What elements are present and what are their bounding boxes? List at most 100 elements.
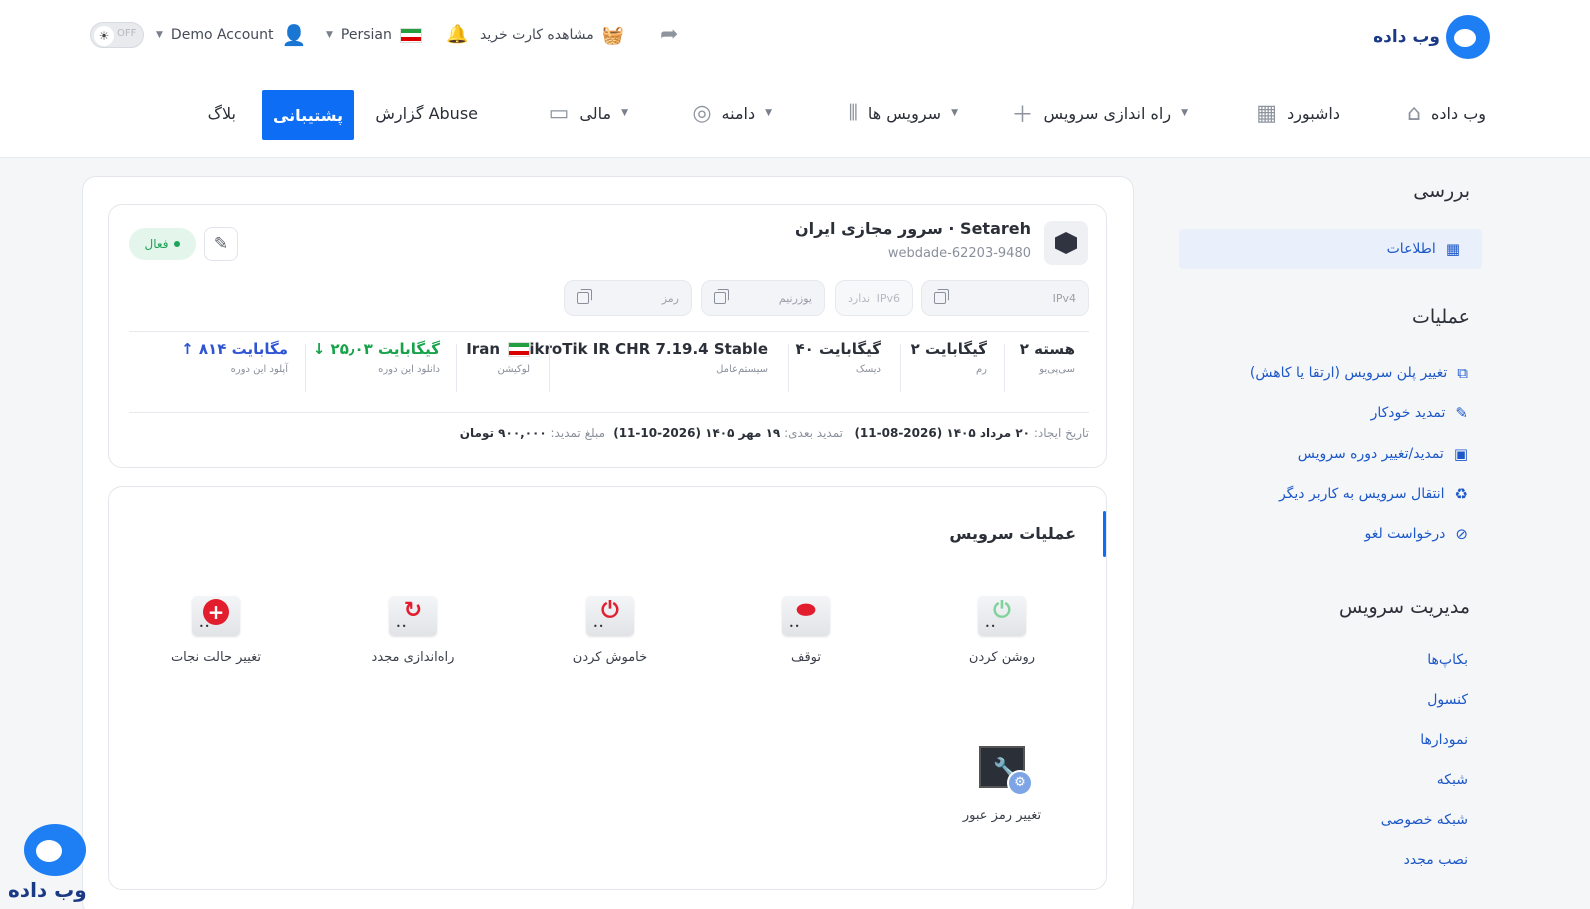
edit-button[interactable]: ✎ bbox=[204, 227, 238, 261]
calendar-plus-icon: ▣ bbox=[1453, 445, 1468, 463]
sidebar-op-renew-period[interactable]: تمدید/تغییر دوره سرویس ▣ bbox=[1298, 445, 1468, 463]
spec-cpu: ۲ هسته سی‌پی‌یو bbox=[1020, 340, 1075, 375]
nav-item-services[interactable]: ⫴ سرویس ها ▼ bbox=[849, 88, 958, 138]
nav-item-dashboard[interactable]: ▦ داشبورد bbox=[1256, 88, 1340, 138]
op-label: تغییر حالت نجات bbox=[170, 650, 262, 665]
shutdown-button[interactable]: ⏻ •• خاموش کردن bbox=[550, 596, 670, 665]
language-label: Persian bbox=[340, 27, 392, 43]
share-icon[interactable]: ➦ bbox=[660, 22, 678, 47]
section-accent-bar bbox=[1103, 511, 1106, 557]
sidebar-op-label: تمدید/تغییر دوره سرویس bbox=[1297, 446, 1444, 462]
account-menu[interactable]: ▼ Demo Account 👤 bbox=[156, 18, 306, 52]
home-icon: ⌂ bbox=[1407, 100, 1422, 126]
nav-label: داشبورد bbox=[1287, 103, 1340, 123]
spec-disk: ۴۰ گیگابایت دیسک bbox=[795, 340, 881, 375]
sliders-icon: ⫴ bbox=[848, 100, 858, 126]
change-password-button[interactable]: 🔧 ⚙ تغییر رمز عبور bbox=[942, 746, 1062, 823]
floating-brand-logo[interactable]: وب داده bbox=[8, 824, 100, 906]
sidebar-mgmt-console[interactable]: کنسول bbox=[1427, 692, 1468, 708]
created-date: تاریخ ایجاد: ۲۰ مرداد ۱۴۰۵ (2026-08-11) bbox=[854, 426, 1089, 440]
chevron-down-icon: ▼ bbox=[156, 30, 163, 40]
copy-icon[interactable] bbox=[577, 289, 592, 304]
spec-separator bbox=[788, 344, 789, 392]
status-badge: فعال bbox=[129, 228, 196, 260]
nav-label: گزارش Abuse bbox=[375, 103, 478, 123]
service-operations-title: عملیات سرویس bbox=[949, 524, 1076, 543]
nav-item-finance[interactable]: ▭ مالی ▼ bbox=[549, 88, 628, 138]
chevron-down-icon: ▼ bbox=[951, 108, 958, 118]
spec-label: دانلود این دوره bbox=[378, 364, 440, 375]
sidebar-op-cancel[interactable]: درخواست لغو ⊘ bbox=[1364, 525, 1468, 543]
spec-separator bbox=[900, 344, 901, 392]
sidebar-mgmt-private-network[interactable]: شبکه خصوصی bbox=[1381, 812, 1468, 828]
nav-item-setup-service[interactable]: ＋ راه اندازی سرویس ▼ bbox=[1012, 88, 1188, 138]
brand-logo-icon bbox=[1446, 15, 1490, 59]
bell-icon[interactable]: 🔔 bbox=[446, 24, 468, 45]
sidebar-mgmt-charts[interactable]: نمودارها bbox=[1420, 732, 1468, 748]
stop-icon: ⬬ •• bbox=[782, 596, 830, 636]
language-selector[interactable]: ▼ Persian bbox=[326, 18, 422, 52]
sidebar-op-auto-renew[interactable]: تمدید خودکار ✎ bbox=[1371, 404, 1468, 422]
sidebar-mgmt-network[interactable]: شبکه bbox=[1437, 772, 1468, 788]
ipv4-field[interactable]: IPv4 bbox=[921, 280, 1089, 316]
nav-item-blog[interactable]: بلاگ bbox=[208, 88, 236, 138]
next-label: تمدید بعدی: bbox=[784, 426, 843, 440]
nav-label: وب داده bbox=[1431, 103, 1486, 123]
external-link-icon: ⧉ bbox=[1457, 364, 1468, 382]
cart-link[interactable]: مشاهده کارت خرید 🧺 bbox=[480, 18, 624, 52]
reboot-button[interactable]: ↻ •• راه‌اندازی مجدد bbox=[353, 596, 473, 665]
power-on-button[interactable]: ⏻ •• روشن کردن bbox=[942, 596, 1062, 665]
target-icon: ◎ bbox=[692, 100, 712, 126]
sidebar-op-transfer[interactable]: انتقال سرویس به کاربر دیگر ♻ bbox=[1279, 485, 1468, 503]
brand-logo[interactable]: وب داده bbox=[1360, 14, 1490, 60]
ipv6-placeholder: IPv6 bbox=[876, 291, 900, 305]
divider bbox=[129, 412, 1089, 413]
restart-icon: ↻ •• bbox=[389, 596, 437, 636]
sidebar-item-info[interactable]: اطلاعات ▦ bbox=[1179, 229, 1482, 269]
nav-item-support[interactable]: پشتیبانی bbox=[262, 90, 354, 140]
sidebar-op-change-plan[interactable]: تغییر پلن سرویس (ارتقا یا کاهش) ⧉ bbox=[1250, 364, 1468, 382]
brand-name: وب داده bbox=[1373, 27, 1440, 47]
copy-icon[interactable] bbox=[934, 289, 949, 304]
spec-value: Iran bbox=[466, 340, 500, 358]
sidebar-op-label: تغییر پلن سرویس (ارتقا یا کاهش) bbox=[1249, 365, 1448, 381]
pencil-icon: ✎ bbox=[213, 234, 229, 254]
dashboard-icon: ▦ bbox=[1256, 100, 1278, 126]
theme-toggle[interactable]: ☀ OFF bbox=[90, 22, 144, 48]
power-off-icon: ⏻ •• bbox=[586, 596, 634, 636]
sidebar-mgmt-backups[interactable]: بکاپ‌ها bbox=[1427, 652, 1468, 668]
spec-value: ۲ هسته bbox=[1019, 340, 1075, 358]
status-label: فعال bbox=[144, 237, 169, 251]
spec-label: سی‌پی‌یو bbox=[1039, 364, 1075, 375]
rescue-plus-icon: + •• bbox=[192, 596, 240, 636]
spec-separator bbox=[1004, 344, 1005, 392]
recycle-icon: ♻ bbox=[1454, 485, 1468, 503]
sidebar-operations-title: عملیات bbox=[1411, 306, 1470, 328]
top-header: وب داده ➦ مشاهده کارت خرید 🧺 🔔 ▼ Persian… bbox=[0, 0, 1590, 158]
password-field[interactable]: رمز bbox=[564, 280, 692, 316]
op-label: روشن کردن bbox=[968, 650, 1036, 665]
username-field[interactable]: یوزرنیم bbox=[701, 280, 825, 316]
spec-value: ↑ ۸۱۴ مگابایت bbox=[181, 340, 288, 358]
brand-logo-icon bbox=[24, 824, 86, 876]
nav-item-abuse-report[interactable]: گزارش Abuse bbox=[375, 88, 478, 138]
nav-item-home[interactable]: ⌂ وب داده bbox=[1407, 88, 1486, 138]
spec-value: MikroTik IR CHR 7.19.4 Stable bbox=[514, 340, 768, 358]
copy-icon[interactable] bbox=[714, 289, 729, 304]
divider bbox=[129, 331, 1089, 332]
sidebar-mgmt-reinstall[interactable]: نصب مجدد bbox=[1404, 852, 1468, 868]
spec-separator bbox=[456, 344, 457, 392]
chevron-down-icon: ▼ bbox=[621, 108, 628, 118]
spec-value: ↓ ۲۵٫۰۳ گیگابایت bbox=[312, 340, 440, 358]
sidebar-item-label: اطلاعات bbox=[1386, 241, 1436, 257]
rescue-mode-button[interactable]: + •• تغییر حالت نجات bbox=[156, 596, 276, 665]
spec-label: رم bbox=[975, 364, 987, 375]
spec-label: دیسک bbox=[855, 364, 881, 375]
stop-button[interactable]: ⬬ •• توقف bbox=[746, 596, 866, 665]
brand-name: وب داده bbox=[8, 878, 87, 902]
account-label: Demo Account bbox=[170, 27, 274, 43]
nav-item-domain[interactable]: ◎ دامنه ▼ bbox=[692, 88, 772, 138]
op-label: راه‌اندازی مجدد bbox=[371, 650, 455, 665]
dashboard-icon: ▦ bbox=[1445, 240, 1460, 258]
chevron-down-icon: ▼ bbox=[765, 108, 772, 118]
